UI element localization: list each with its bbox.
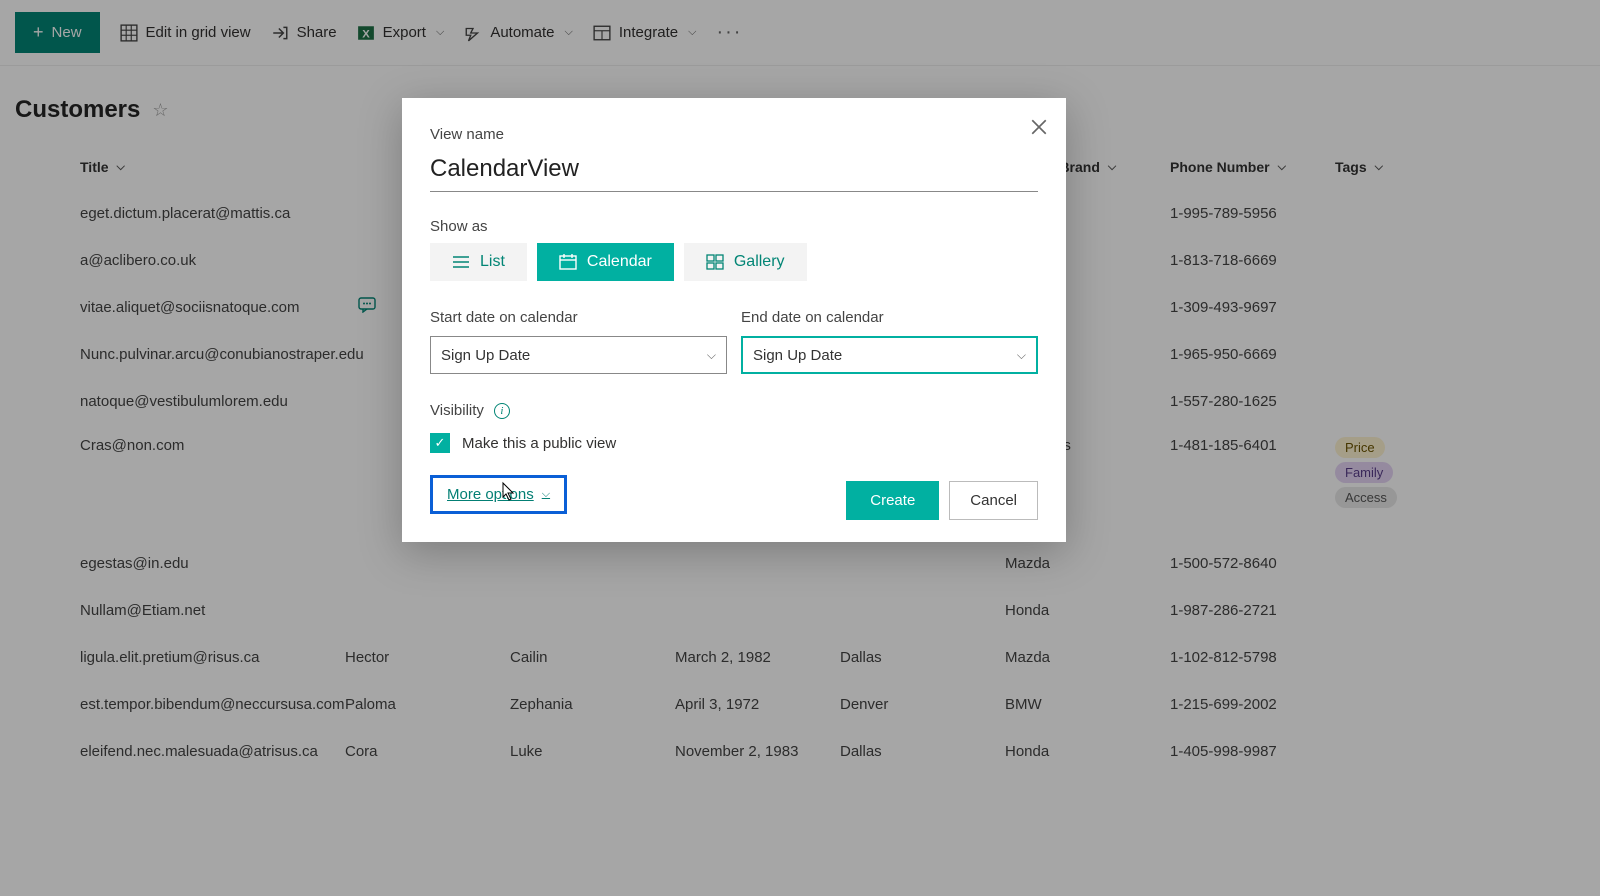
create-view-modal: View name Show as List Calendar Gallery … [402, 98, 1066, 542]
chevron-down-icon: ⌵ [542, 488, 550, 501]
end-date-label: End date on calendar [741, 309, 1038, 326]
show-as-group: List Calendar Gallery [430, 243, 1038, 281]
info-icon[interactable]: i [494, 403, 510, 419]
create-button[interactable]: Create [846, 481, 939, 520]
calendar-option-label: Calendar [587, 253, 652, 271]
more-options-label: More options [447, 486, 534, 503]
end-date-value: Sign Up Date [753, 347, 842, 364]
show-as-list-button[interactable]: List [430, 243, 527, 281]
more-options-highlight: More options ⌵ [430, 475, 567, 514]
cancel-button[interactable]: Cancel [949, 481, 1038, 520]
show-as-calendar-button[interactable]: Calendar [537, 243, 674, 281]
close-button[interactable] [1030, 116, 1048, 142]
visibility-label: Visibility [430, 402, 484, 419]
list-option-label: List [480, 253, 505, 271]
close-icon [1030, 118, 1048, 136]
checkbox-checked-icon: ✓ [430, 433, 450, 453]
gallery-option-label: Gallery [734, 253, 785, 271]
show-as-label: Show as [430, 218, 1038, 235]
view-name-input[interactable] [430, 151, 1038, 192]
chevron-down-icon: ⌵ [1017, 348, 1026, 363]
start-date-dropdown[interactable]: Sign Up Date ⌵ [430, 336, 727, 374]
show-as-gallery-button[interactable]: Gallery [684, 243, 807, 281]
start-date-value: Sign Up Date [441, 347, 530, 364]
end-date-dropdown[interactable]: Sign Up Date ⌵ [741, 336, 1038, 374]
public-view-label: Make this a public view [462, 435, 616, 452]
list-icon [452, 255, 470, 269]
calendar-icon [559, 254, 577, 270]
start-date-label: Start date on calendar [430, 309, 727, 326]
gallery-icon [706, 254, 724, 270]
public-view-checkbox-row[interactable]: ✓ Make this a public view [430, 433, 1038, 453]
chevron-down-icon: ⌵ [707, 348, 716, 363]
more-options-link[interactable]: More options ⌵ [447, 486, 550, 503]
view-name-label: View name [430, 126, 1038, 143]
